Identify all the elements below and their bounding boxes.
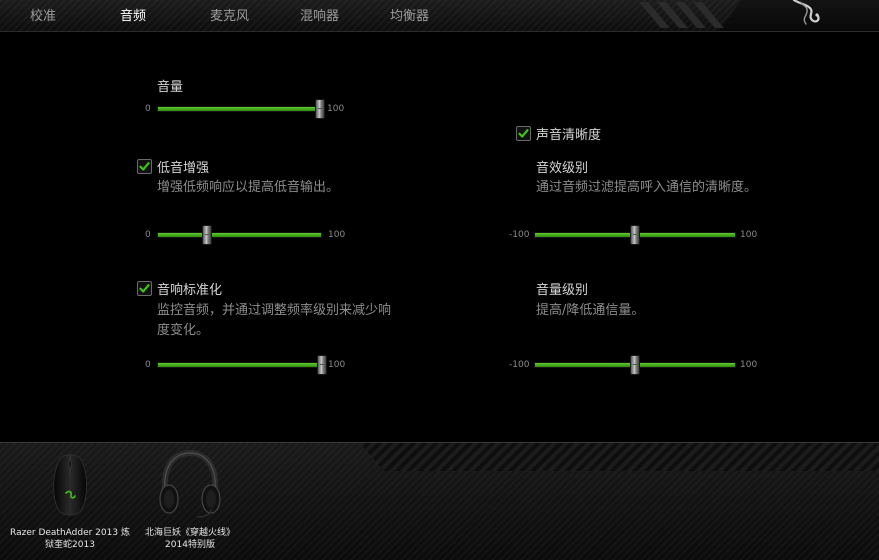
bass-boost-description: 增强低频响应以提高低音输出。 (157, 180, 340, 195)
bass-boost-title: 低音增强 (157, 161, 210, 176)
bass-boost-max-label: 100 (328, 230, 346, 240)
tab-audio[interactable]: 音频 (120, 0, 146, 31)
tab-equalizer[interactable]: 均衡器 (390, 0, 429, 31)
volume-level-slider-thumb[interactable] (630, 355, 640, 375)
bass-boost-checkbox[interactable] (137, 159, 152, 174)
effect-level-min-label: -100 (509, 230, 530, 240)
sound-normalization-slider-fill (158, 363, 322, 367)
check-icon (139, 162, 150, 171)
bass-boost-slider[interactable] (157, 225, 322, 245)
tab-mixer[interactable]: 混响器 (300, 0, 339, 31)
effect-level-slider-thumb[interactable] (630, 225, 640, 245)
device-bar: Razer DeathAdder 2013 炼 狱奎蛇2013 北海巨妖《穿越火… (0, 442, 879, 560)
device-headset[interactable]: 北海巨妖《穿越火线》 2014特别版 (125, 447, 255, 557)
volume-level-title: 音量级别 (536, 283, 589, 298)
voice-clarity-checkbox[interactable] (516, 126, 531, 141)
device-mouse-caption-line2: 狱奎蛇2013 (45, 540, 95, 550)
tab-calibration[interactable]: 校准 (30, 0, 56, 31)
sound-normalization-slider[interactable] (157, 355, 327, 375)
effect-level-title: 音效级别 (536, 161, 589, 176)
device-mouse-caption-line1: Razer DeathAdder 2013 炼 (10, 528, 130, 538)
volume-level-slider[interactable] (534, 355, 736, 375)
volume-slider-fill (158, 107, 320, 111)
volume-level-max-label: 100 (740, 360, 758, 370)
volume-min-label: 0 (145, 104, 151, 114)
sound-normalization-slider-thumb[interactable] (317, 355, 327, 375)
voice-clarity-title: 声音清晰度 (536, 128, 602, 143)
volume-level-description: 提高/降低通信量。 (536, 303, 645, 318)
check-icon (139, 284, 150, 293)
sound-normalization-description: 监控音频，并通过调整频率级别来减少响度变化。 (157, 303, 392, 338)
volume-slider-thumb[interactable] (315, 99, 325, 119)
volume-title: 音量 (157, 80, 184, 95)
headset-icon (159, 449, 221, 518)
check-icon (518, 129, 529, 138)
volume-max-label: 100 (327, 104, 345, 114)
device-headset-caption-line2: 2014特别版 (165, 540, 215, 550)
razer-snake-logo-icon (792, 0, 820, 25)
bass-boost-min-label: 0 (145, 230, 151, 240)
mouse-icon (53, 454, 87, 516)
volume-level-min-label: -100 (509, 360, 530, 370)
sound-normalization-max-label: 100 (328, 360, 346, 370)
effect-level-slider[interactable] (534, 225, 736, 245)
device-headset-caption-line1: 北海巨妖《穿越火线》 (144, 528, 235, 538)
sound-normalization-title: 音响标准化 (157, 283, 223, 298)
effect-level-max-label: 100 (740, 230, 758, 240)
device-mouse[interactable]: Razer DeathAdder 2013 炼 狱奎蛇2013 (0, 447, 140, 557)
volume-slider[interactable] (157, 99, 325, 119)
tab-microphone[interactable]: 麦克风 (210, 0, 249, 31)
effect-level-description: 通过音频过滤提高呼入通信的清晰度。 (536, 180, 758, 195)
top-tab-bar: 校准 音频 麦克风 混响器 均衡器 (0, 0, 879, 32)
bass-boost-slider-fill (158, 233, 321, 237)
sound-normalization-min-label: 0 (145, 360, 151, 370)
device-bar-hatch (360, 443, 879, 471)
bass-boost-slider-thumb[interactable] (202, 225, 212, 245)
sound-normalization-checkbox[interactable] (137, 281, 152, 296)
